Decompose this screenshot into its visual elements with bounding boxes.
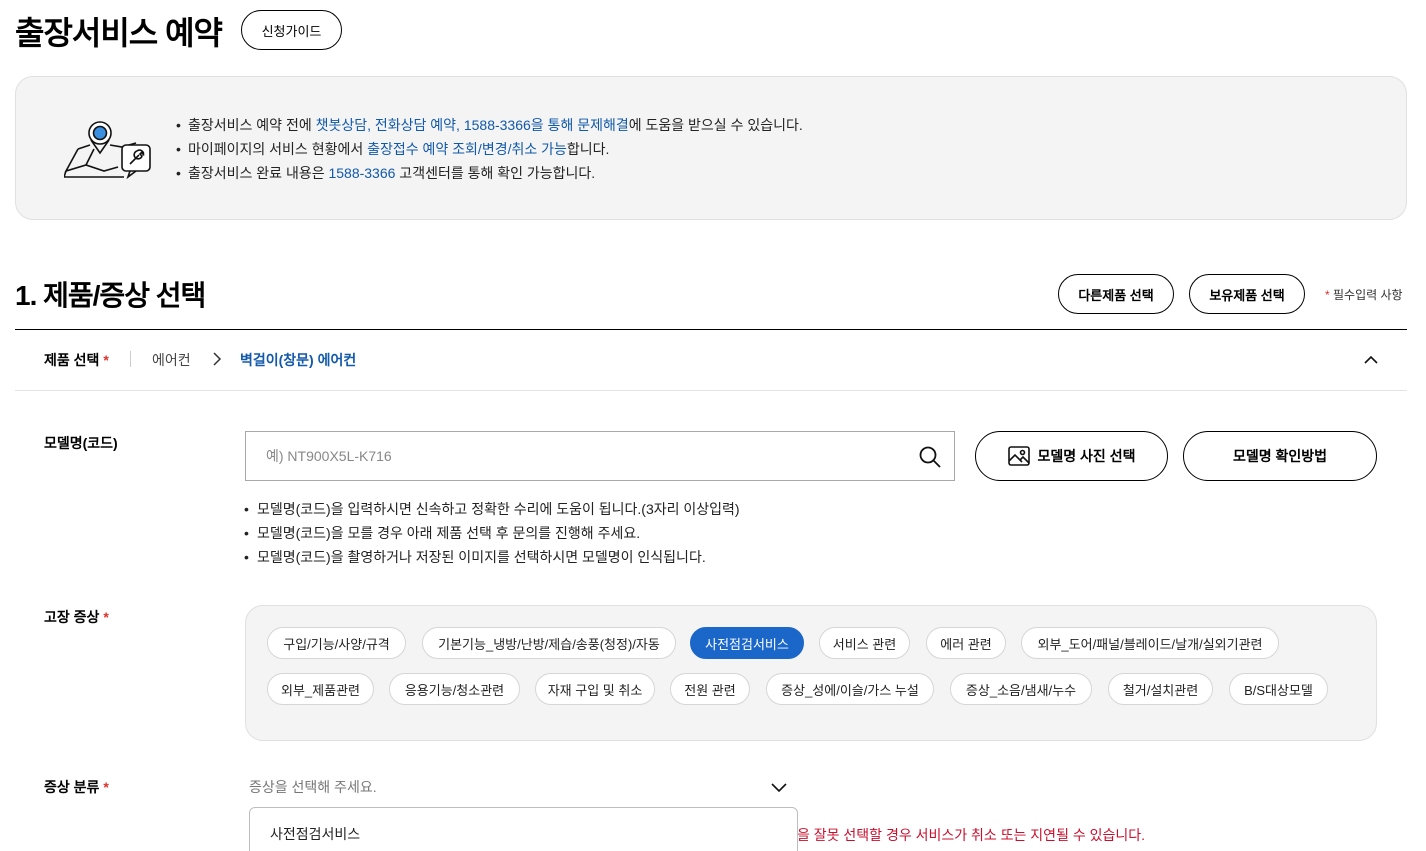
symptom-chip[interactable]: 서비스 관련 [819,627,910,659]
model-note: 모델명(코드)을 촬영하거나 저장된 이미지를 선택하시면 모델명이 인식됩니다… [244,545,740,569]
product-select-label: 제품 선택 * [44,352,109,368]
model-notes: 모델명(코드)을 입력하시면 신속하고 정확한 수리에 도움이 됩니다.(3자리… [244,497,740,569]
symptom-chip[interactable]: 자재 구입 및 취소 [535,673,655,705]
model-photo-select-button[interactable]: 모델명 사진 선택 [975,431,1168,481]
symptom-chip[interactable]: 증상_성에/이슬/가스 누설 [766,673,934,705]
image-icon [1007,446,1030,466]
symptom-chip[interactable]: 구입/기능/사양/규격 [267,627,406,659]
notice-highlight[interactable]: 챗봇상담, 전화상담 예약, 1588-3366을 통해 문제해결 [316,117,629,133]
notice-highlight[interactable]: 출장접수 예약 조회/변경/취소 가능 [367,141,567,157]
application-guide-button[interactable]: 신청가이드 [241,10,342,50]
symptom-chip[interactable]: 외부_제품관련 [267,673,374,705]
other-product-button[interactable]: 다른제품 선택 [1058,274,1174,314]
notice-item: 출장서비스 예약 전에 챗봇상담, 전화상담 예약, 1588-3366을 통해… [176,113,803,137]
chevron-up-icon[interactable] [1362,351,1380,369]
owned-product-button[interactable]: 보유제품 선택 [1189,274,1305,314]
notice-highlight[interactable]: 1588-3366 [328,165,395,181]
notice-item: 마이페이지의 서비스 현황에서 출장접수 예약 조회/변경/취소 가능합니다. [176,137,803,161]
symptom-chip[interactable]: 증상_소음/냄새/누수 [950,673,1092,705]
category-dropdown: 사전점검서비스 [249,807,798,851]
chevron-right-icon [213,352,222,366]
product-item[interactable]: 벽걸이(창문) 에어컨 [240,350,356,370]
model-note: 모델명(코드)을 입력하시면 신속하고 정확한 수리에 도움이 됩니다.(3자리… [244,497,740,521]
symptom-chip[interactable]: 철거/설치관련 [1108,673,1213,705]
model-howto-button[interactable]: 모델명 확인방법 [1183,431,1377,481]
required-note: * 필수입력 사항 [1325,288,1403,302]
separator [130,351,131,367]
notice-box: 출장서비스 예약 전에 챗봇상담, 전화상담 예약, 1588-3366을 통해… [15,76,1407,220]
model-label: 모델명(코드) [44,435,118,451]
model-input-box [245,431,955,481]
notice-list: 출장서비스 예약 전에 챗봇상담, 전화상담 예약, 1588-3366을 통해… [176,113,803,185]
category-select[interactable]: 증상을 선택해 주세요. [249,777,377,797]
search-icon[interactable] [918,445,942,469]
model-note: 모델명(코드)을 모를 경우 아래 제품 선택 후 문의를 진행해 주세요. [244,521,740,545]
symptom-chip[interactable]: 기본기능_냉방/난방/제습/송풍(청정)/자동 [422,627,676,659]
row-divider [15,390,1407,391]
symptom-chip[interactable]: 외부_도어/패널/블레이드/날개/실외기관련 [1021,627,1279,659]
symptom-chip[interactable]: 응용기능/청소관련 [389,673,520,705]
map-pin-wrench-icon [64,121,151,180]
notice-item: 출장서비스 완료 내용은 1588-3366 고객센터를 통해 확인 가능합니다… [176,161,803,185]
dropdown-option[interactable]: 사전점검서비스 [270,824,360,844]
section-title: 1. 제품/증상 선택 [15,280,206,311]
symptom-chip-group: 구입/기능/사양/규격 기본기능_냉방/난방/제습/송풍(청정)/자동 사전점검… [245,605,1377,741]
section-divider [15,329,1407,330]
page-title: 출장서비스 예약 [15,15,223,51]
category-label: 증상 분류 * [44,779,109,795]
model-input[interactable] [266,432,906,480]
symptom-label: 고장 증상 * [44,609,109,625]
product-category[interactable]: 에어컨 [152,350,191,370]
symptom-chip[interactable]: 전원 관련 [670,673,750,705]
model-photo-label: 모델명 사진 선택 [1037,448,1136,464]
symptom-chip[interactable]: B/S대상모델 [1229,673,1328,705]
category-warning: 을 잘못 선택할 경우 서비스가 취소 또는 지연될 수 있습니다. [797,827,1146,843]
symptom-chip-selected[interactable]: 사전점검서비스 [690,627,804,659]
symptom-chip[interactable]: 에러 관련 [926,627,1006,659]
chevron-down-icon[interactable] [770,779,788,795]
